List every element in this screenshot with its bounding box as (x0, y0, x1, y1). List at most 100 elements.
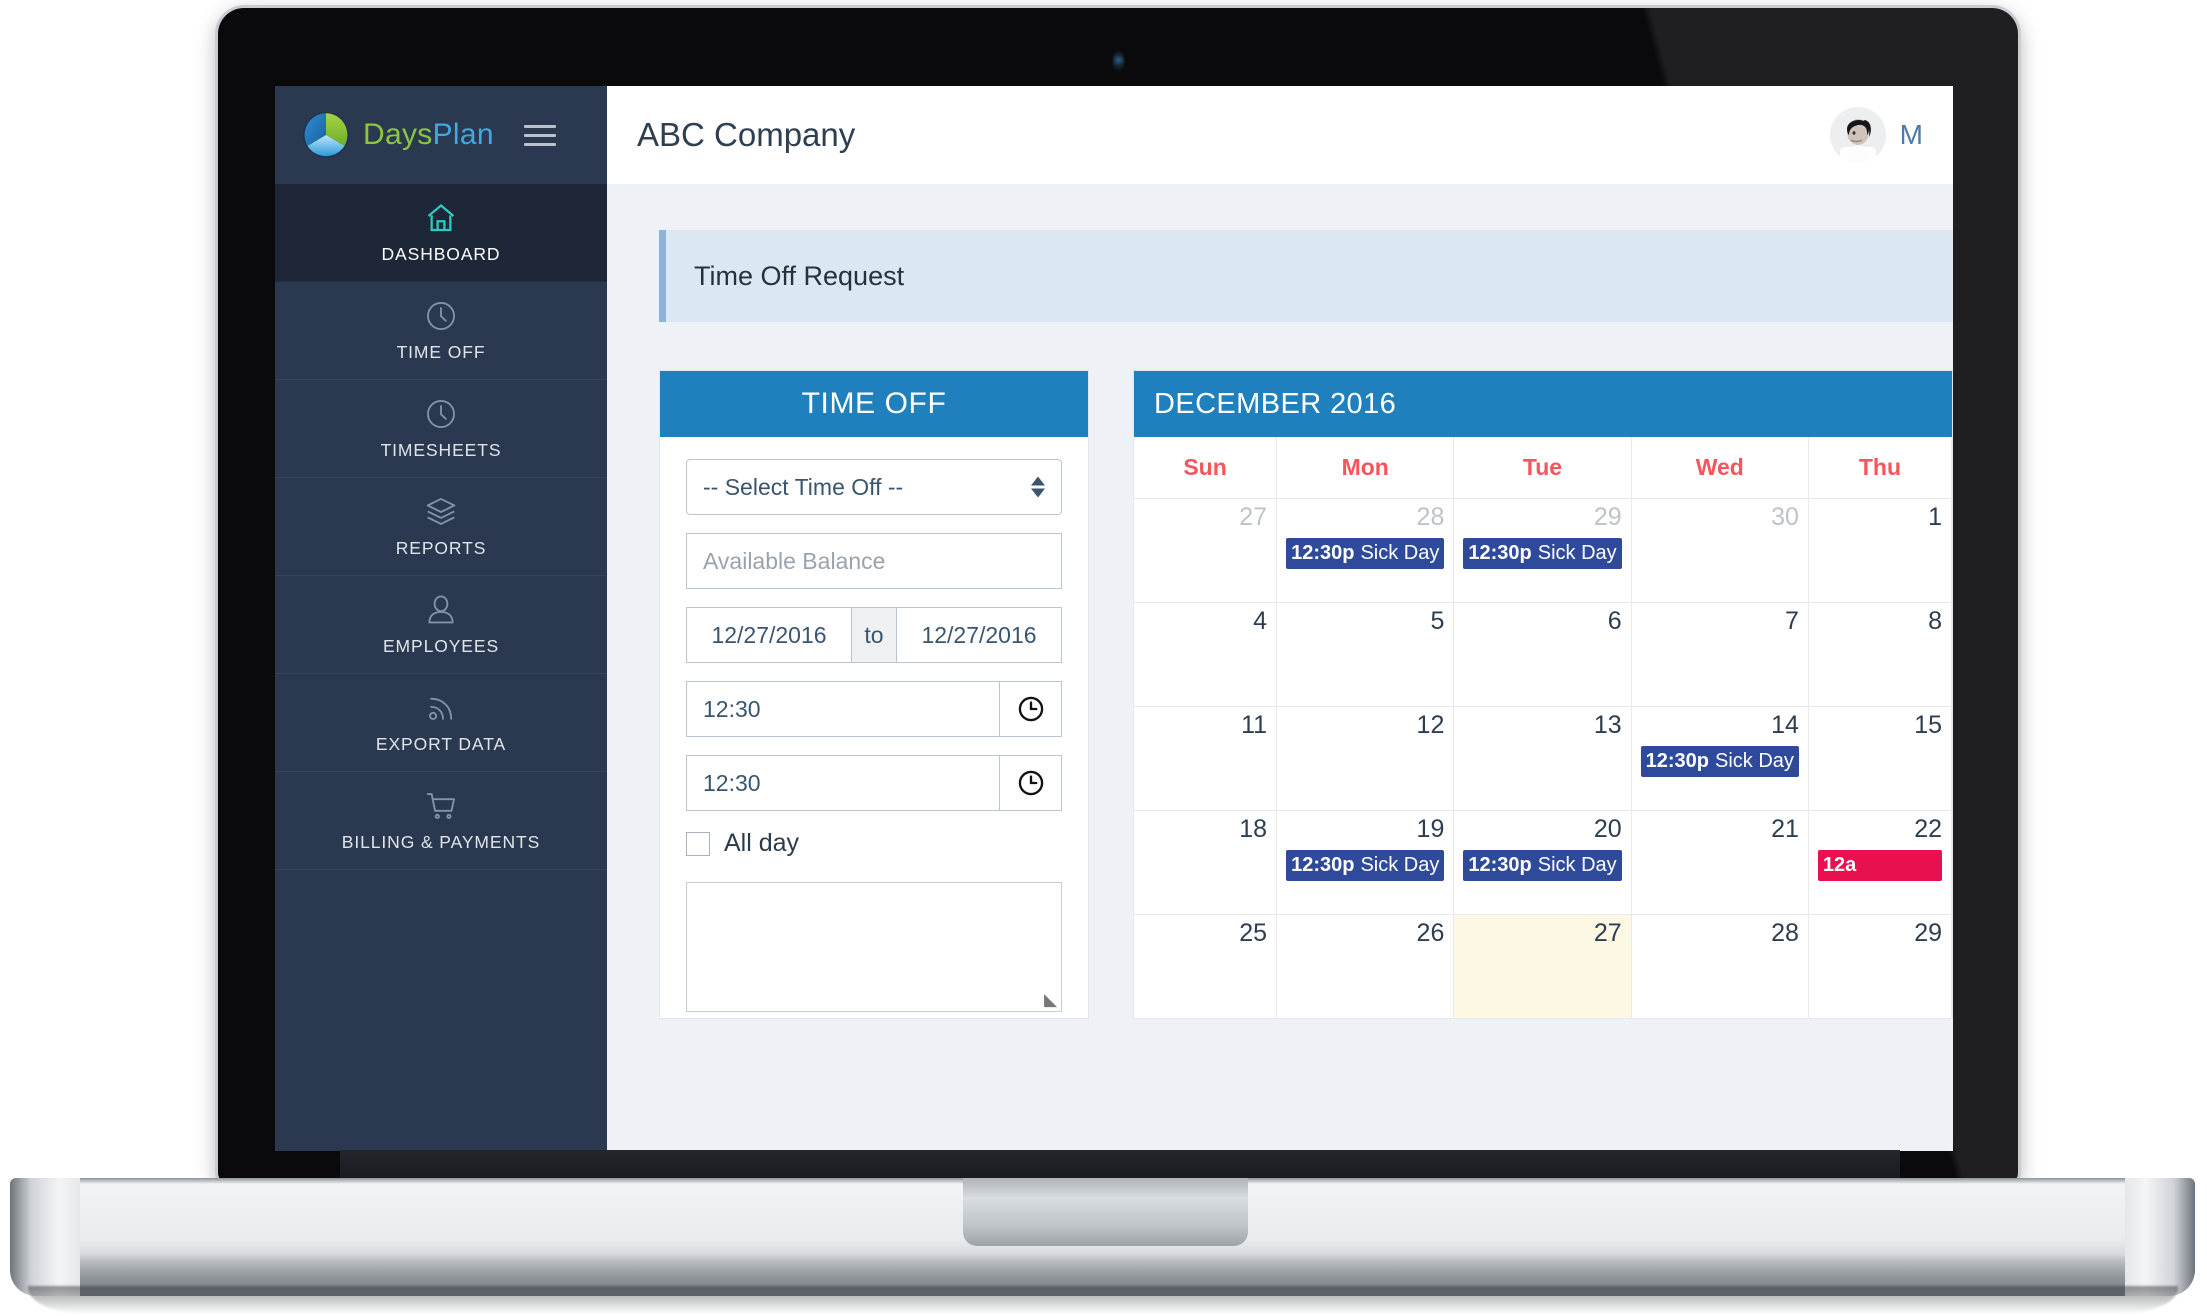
sidebar-item-employees[interactable]: EMPLOYEES (275, 576, 607, 674)
brand-days-text: Days (363, 118, 433, 151)
calendar-event[interactable]: 12:30p Sick Day (1286, 538, 1445, 569)
clock-icon (424, 299, 458, 333)
end-time-input[interactable]: 12:30 (687, 756, 999, 810)
calendar-event-time: 12:30p (1468, 854, 1532, 876)
calendar-day-cell[interactable]: 25 (1134, 915, 1278, 1019)
resize-handle-icon[interactable]: ◢ (1044, 990, 1057, 1009)
calendar-day-cell[interactable]: 8 (1808, 603, 1952, 707)
all-day-checkbox[interactable] (686, 831, 710, 856)
calendar-day-cell[interactable]: 18 (1134, 811, 1278, 915)
brand-header[interactable]: DaysPlan (275, 86, 607, 184)
calendar-day-number: 22 (1914, 815, 1942, 843)
layers-icon (424, 495, 458, 529)
sidebar: DaysPlan DASHBOARD TIME OFF TIMESHEETS REPO… (275, 86, 607, 1151)
calendar-day-number: 6 (1607, 607, 1622, 635)
calendar-event-time: 12a (1822, 854, 1857, 876)
laptop-screen: DaysPlan DASHBOARD TIME OFF TIMESHEETS REPO… (275, 86, 1953, 1151)
user-menu[interactable]: M (1829, 107, 1923, 163)
calendar-day-number: 1 (1928, 503, 1942, 531)
calendar-event[interactable]: 12:30p Sick Day (1640, 746, 1799, 777)
calendar-day-cell[interactable]: 6 (1454, 603, 1632, 707)
calendar-dow-mon: Mon (1277, 437, 1455, 499)
sidebar-item-reports[interactable]: REPORTS (275, 478, 607, 576)
start-time-group: 12:30 (686, 681, 1062, 737)
sidebar-item-dashboard[interactable]: DASHBOARD (275, 184, 607, 282)
calendar-day-cell[interactable]: 20 12:30p Sick Day (1454, 811, 1632, 915)
calendar-day-cell[interactable]: 27 (1454, 915, 1632, 1019)
banner-text: Time Off Request (694, 260, 905, 291)
user-photo-avatar[interactable] (1829, 107, 1886, 163)
sidebar-nav: DASHBOARD TIME OFF TIMESHEETS REPORTS EMPLOY… (275, 184, 607, 870)
calendar-day-cell[interactable]: 26 (1277, 915, 1455, 1019)
calendar-day-cell[interactable]: 11 (1134, 707, 1278, 811)
sidebar-item-billing-payments[interactable]: BILLING & PAYMENTS (275, 772, 607, 870)
dayplan-application: DaysPlan DASHBOARD TIME OFF TIMESHEETS REPO… (275, 86, 1953, 1151)
available-balance-input[interactable]: Available Balance (686, 533, 1062, 589)
calendar-day-number: 26 (1416, 919, 1445, 947)
time-off-form-card: TIME OFF -- Select Time Off -- Available… (659, 370, 1089, 1019)
calendar-event-title: Sick Day (1537, 542, 1617, 564)
calendar-day-cell[interactable]: 13 (1454, 707, 1632, 811)
page-title: ABC Company (637, 116, 856, 153)
calendar-day-number: 15 (1914, 711, 1942, 739)
laptop-base-shadow (28, 1286, 2178, 1314)
calendar-day-number: 21 (1771, 815, 1799, 843)
calendar-day-cell[interactable]: 12 (1277, 707, 1455, 811)
calendar-day-cell[interactable]: 29 12:30p Sick Day (1454, 499, 1632, 603)
calendar-day-cell[interactable]: 14 12:30p Sick Day (1631, 707, 1809, 811)
start-time-input[interactable]: 12:30 (687, 682, 999, 736)
hamburger-menu-icon[interactable] (523, 124, 556, 146)
sidebar-item-export-data[interactable]: EXPORT DATA (275, 674, 607, 772)
calendar-day-cell[interactable]: 29 (1808, 915, 1952, 1019)
sidebar-item-label: DASHBOARD (381, 243, 501, 264)
time-off-type-select[interactable]: -- Select Time Off -- (686, 459, 1062, 515)
calendar-day-cell[interactable]: 28 12:30p Sick Day (1277, 499, 1455, 603)
sidebar-item-label: BILLING & PAYMENTS (341, 831, 541, 852)
calendar-day-cell[interactable]: 15 (1808, 707, 1952, 811)
laptop-base-notch (963, 1178, 1248, 1246)
calendar-event[interactable]: 12:30p Sick Day (1463, 538, 1622, 569)
calendar-dow-wed: Wed (1631, 437, 1809, 499)
calendar-event-title: Sick Day (1715, 750, 1794, 772)
calendar-day-number: 28 (1771, 919, 1799, 947)
calendar-day-cell[interactable]: 27 (1134, 499, 1278, 603)
calendar-event-title: Sick Day (1360, 854, 1440, 876)
date-to-input[interactable]: 12/27/2016 (897, 608, 1061, 662)
all-day-label: All day (724, 829, 800, 857)
calendar-day-cell[interactable]: 22 12a (1808, 811, 1952, 915)
calendar-day-number: 30 (1771, 503, 1799, 531)
date-from-input[interactable]: 12/27/2016 (687, 608, 851, 662)
sidebar-item-label: EXPORT DATA (375, 733, 507, 754)
main-area: ABC Company M Time Off Request TIME OFF … (607, 86, 1953, 1151)
calendar-event[interactable]: 12:30p Sick Day (1286, 850, 1445, 881)
panels-row: TIME OFF -- Select Time Off -- Available… (659, 370, 1953, 1019)
calendar-day-cell[interactable]: 21 (1631, 811, 1809, 915)
calendar-dow-sun: Sun (1134, 437, 1278, 499)
calendar-event[interactable]: 12a (1817, 850, 1942, 881)
home-icon (424, 201, 458, 235)
calendar-day-number: 29 (1914, 919, 1942, 947)
calendar-day-cell[interactable]: 1 (1808, 499, 1952, 603)
calendar-event[interactable]: 12:30p Sick Day (1463, 850, 1622, 881)
content-region: Time Off Request TIME OFF -- Select Time… (607, 184, 1953, 1151)
end-time-clock-icon[interactable] (999, 756, 1061, 810)
sidebar-item-label: EMPLOYEES (382, 635, 500, 656)
calendar-day-cell[interactable]: 19 12:30p Sick Day (1277, 811, 1455, 915)
laptop-base-left-edge (10, 1178, 80, 1296)
sidebar-item-timesheets[interactable]: TIMESHEETS (275, 380, 607, 478)
calendar-day-cell[interactable]: 5 (1277, 603, 1455, 707)
calendar-day-number: 25 (1239, 919, 1268, 947)
calendar-day-cell[interactable]: 4 (1134, 603, 1278, 707)
sidebar-item-label: TIMESHEETS (380, 439, 502, 460)
start-time-clock-icon[interactable] (999, 682, 1061, 736)
calendar-day-cell[interactable]: 28 (1631, 915, 1809, 1019)
time-off-card-title: TIME OFF (660, 371, 1088, 437)
notes-textarea[interactable]: ◢ (686, 882, 1062, 1012)
calendar-grid: Sun Mon Tue Wed Thu 27 28 12:30p Sick Day 29 12:30… (1134, 437, 1952, 1019)
calendar-day-number: 28 (1416, 503, 1445, 531)
calendar-day-cell[interactable]: 7 (1631, 603, 1809, 707)
calendar-event-title: Sick Day (1360, 542, 1440, 564)
sidebar-item-time-off[interactable]: TIME OFF (275, 282, 607, 380)
calendar-day-cell[interactable]: 30 (1631, 499, 1809, 603)
calendar-day-number: 4 (1253, 607, 1268, 635)
